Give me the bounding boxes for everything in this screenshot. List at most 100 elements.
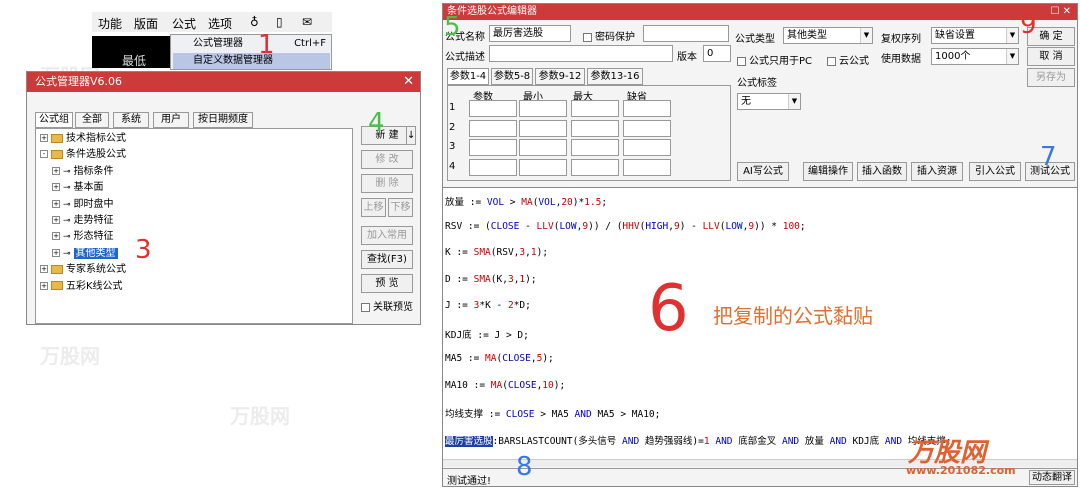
tree-item-label: 指标条件: [73, 165, 114, 177]
edit-ops-button[interactable]: 编辑操作: [803, 162, 853, 181]
rights-select[interactable]: 缺省设置 ▼: [931, 27, 1019, 44]
tree-item[interactable]: + ⊸ 即时盘中: [52, 197, 114, 213]
close-icon[interactable]: ✕: [403, 72, 414, 92]
tab-system[interactable]: 系统: [113, 112, 149, 128]
cloud-checkbox[interactable]: 云公式: [827, 52, 869, 67]
param-cell[interactable]: [571, 139, 619, 156]
param-cell[interactable]: [571, 158, 619, 176]
menu-item-custom-data-manager[interactable]: 自定义数据管理器: [173, 53, 330, 69]
desc-input[interactable]: [489, 45, 673, 62]
expand-icon[interactable]: +: [52, 232, 60, 241]
menu-formula[interactable]: 公式: [172, 15, 196, 32]
menu-item-formula-manager[interactable]: 公式管理器 Ctrl+F: [173, 36, 330, 52]
tab-params-1-4[interactable]: 参数1-4: [447, 68, 489, 85]
cancel-button[interactable]: 取 消: [1027, 47, 1075, 66]
tree-item[interactable]: + ⊸ 走势特征: [52, 213, 114, 229]
tree-item[interactable]: + 五彩K线公式: [40, 279, 123, 295]
preview-button[interactable]: 预 览: [361, 274, 413, 293]
expand-icon[interactable]: +: [40, 265, 48, 274]
expand-icon[interactable]: +: [40, 281, 48, 290]
pc-only-checkbox[interactable]: 公式只用于PC: [737, 52, 812, 67]
menu-options[interactable]: 选项: [208, 15, 232, 32]
tree-item[interactable]: + ⊸ 其他类型: [52, 246, 118, 262]
tree-item[interactable]: + ⊸ 形态特征: [52, 229, 114, 245]
tree-item[interactable]: + ⊸ 基本面: [52, 180, 104, 196]
select-value: 其他类型: [787, 30, 827, 41]
param-cell[interactable]: [571, 119, 619, 137]
tree-item[interactable]: + ⊸ 指标条件: [52, 164, 114, 180]
rights-label: 复权序列: [881, 34, 921, 45]
code-token: CLOSE: [502, 353, 531, 364]
param-cell[interactable]: [571, 100, 619, 117]
code-token: >: [504, 197, 522, 208]
menu-function[interactable]: 功能: [98, 15, 122, 32]
import-formula-button[interactable]: 引入公式: [969, 162, 1021, 181]
expand-icon[interactable]: +: [52, 183, 60, 192]
param-cell[interactable]: [623, 100, 671, 117]
param-cell[interactable]: [623, 139, 671, 156]
param-cell[interactable]: [469, 100, 517, 117]
close-icon[interactable]: ✕: [1063, 6, 1071, 17]
expand-icon[interactable]: +: [52, 199, 60, 208]
param-cell[interactable]: [519, 139, 567, 156]
param-cell[interactable]: [519, 119, 567, 137]
formula-manager-dialog: 公式管理器V6.06 ✕ 公式组 全部 系统 用户 按日期频度 + 技术指标公式 -…: [26, 71, 421, 325]
tree-item[interactable]: - 条件选股公式: [40, 147, 126, 163]
code-token: MA: [485, 353, 497, 364]
tab-params-9-12[interactable]: 参数9-12: [535, 68, 585, 85]
tab-params-5-8[interactable]: 参数5-8: [491, 68, 533, 85]
param-cell[interactable]: [623, 158, 671, 176]
add-common-button[interactable]: 加入常用: [361, 226, 413, 245]
phone-icon[interactable]: ▯: [276, 15, 283, 29]
ai-write-button[interactable]: AI写公式: [737, 162, 789, 181]
tree-item[interactable]: + 技术指标公式: [40, 131, 126, 147]
tab-all[interactable]: 全部: [75, 112, 109, 128]
row-number: 2: [449, 121, 456, 133]
password-input[interactable]: [643, 25, 729, 42]
delete-button[interactable]: 删 除: [361, 174, 413, 193]
move-up-button[interactable]: 上移: [361, 198, 386, 217]
new-dropdown-arrow[interactable]: ↓: [406, 126, 416, 145]
translate-button[interactable]: 动态翻译: [1029, 470, 1075, 485]
tab-user[interactable]: 用户: [153, 112, 189, 128]
checkbox-label: 密码保护: [595, 32, 635, 43]
tag-select[interactable]: 无 ▼: [737, 93, 801, 110]
version-input[interactable]: 0: [703, 45, 731, 62]
type-select[interactable]: 其他类型 ▼: [783, 27, 873, 44]
move-down-button[interactable]: 下移: [388, 198, 413, 217]
insert-resource-button[interactable]: 插入资源: [911, 162, 963, 181]
expand-icon[interactable]: +: [40, 134, 48, 142]
password-checkbox[interactable]: 密码保护: [583, 28, 635, 43]
collapse-icon[interactable]: -: [40, 150, 48, 159]
use-data-select[interactable]: 1000个 ▼: [931, 48, 1019, 65]
watermark: 万股网: [40, 344, 100, 368]
mail-icon[interactable]: ✉: [302, 15, 312, 29]
tab-by-date[interactable]: 按日期频度: [193, 112, 253, 128]
link-preview-checkbox[interactable]: 关联预览: [361, 298, 413, 313]
tab-formula-group[interactable]: 公式组: [35, 112, 73, 128]
param-cell[interactable]: [519, 158, 567, 176]
menu-layout[interactable]: 版面: [134, 15, 158, 32]
param-cell[interactable]: [469, 158, 517, 176]
param-cell[interactable]: [469, 119, 517, 137]
param-cell[interactable]: [469, 139, 517, 156]
tree-item[interactable]: + 专家系统公式: [40, 262, 126, 278]
find-button[interactable]: 查找(F3): [361, 250, 413, 269]
insert-function-button[interactable]: 插入函数: [857, 162, 907, 181]
lightbulb-icon[interactable]: ♁: [250, 15, 259, 29]
maximize-icon[interactable]: ☐: [1050, 6, 1059, 17]
tree-item-label: 专家系统公式: [66, 264, 126, 276]
annotation-8: 8: [516, 452, 533, 482]
tab-params-13-16[interactable]: 参数13-16: [587, 68, 643, 85]
expand-icon[interactable]: +: [52, 248, 60, 257]
name-input[interactable]: 最厉害选股: [489, 25, 571, 42]
expand-icon[interactable]: +: [52, 216, 60, 224]
save-as-button[interactable]: 另存为: [1027, 68, 1075, 87]
expand-icon[interactable]: +: [52, 166, 60, 175]
param-cell[interactable]: [519, 100, 567, 117]
code-token: 最厉害选股: [445, 435, 493, 447]
modify-button[interactable]: 修 改: [361, 150, 413, 169]
tree-item-label: 走势特征: [73, 215, 114, 226]
code-token: VOL: [538, 197, 556, 208]
param-cell[interactable]: [623, 119, 671, 137]
